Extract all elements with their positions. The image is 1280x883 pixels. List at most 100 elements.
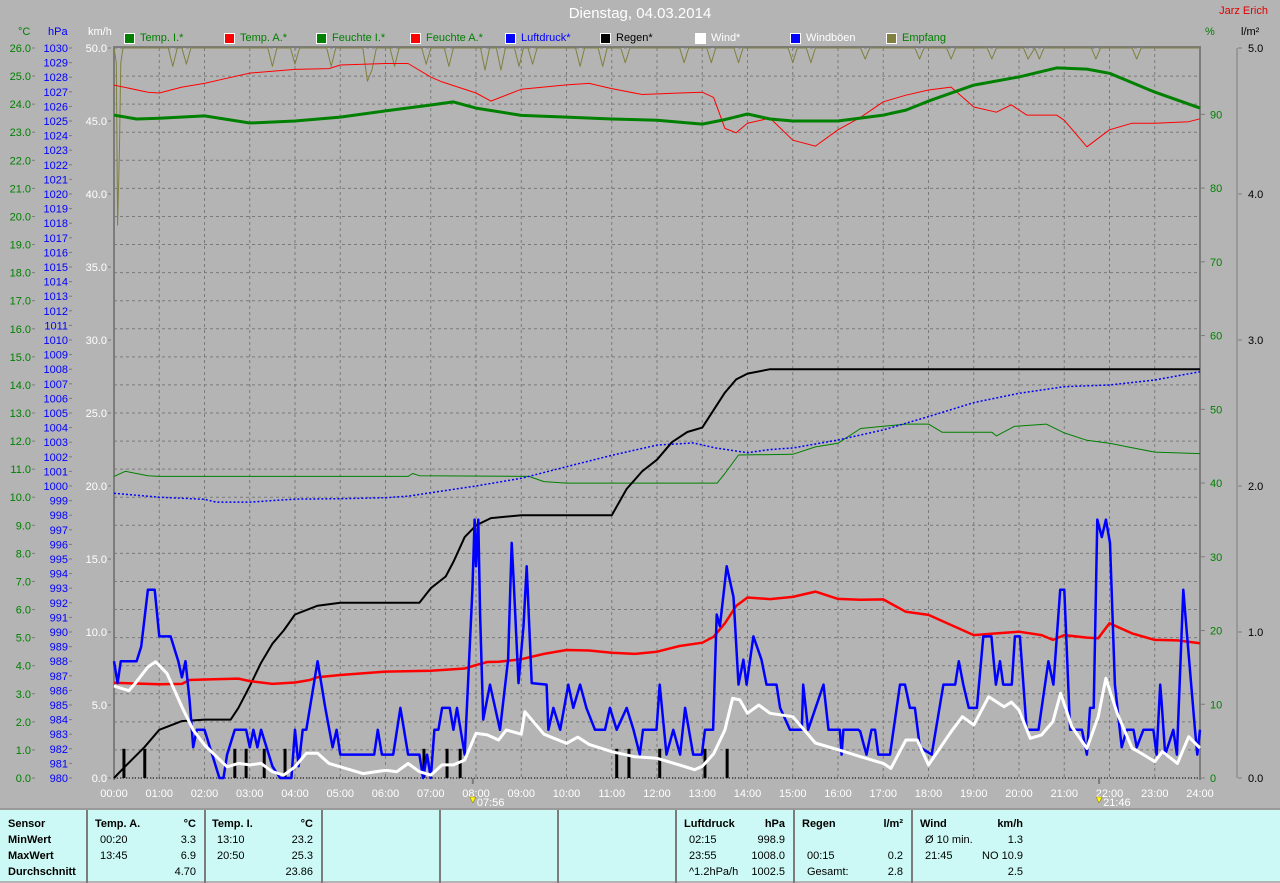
axis-tick-label: 1023	[44, 145, 68, 157]
stat-time: 23:55	[689, 850, 717, 862]
stat-time: 02:15	[689, 834, 717, 846]
stats-column-luftdruck: Luftdruck hPa 02:15 998.9 23:55 1008.0 ^1.2hPa…	[677, 810, 795, 883]
axis-tick-label: 1030	[44, 43, 68, 55]
axis-tick-label: 1013	[44, 291, 68, 303]
legend-label: Empfang	[902, 32, 947, 44]
legend-swatch	[224, 32, 235, 44]
axis-unit-hpa: hPa	[48, 26, 68, 38]
stat-value: 4.70	[174, 866, 196, 878]
x-tick-label: 17:00	[869, 788, 897, 800]
legend-item: Temp. A.*	[224, 31, 287, 45]
axis-tick-label: 1026	[44, 101, 68, 113]
x-tick-label: 10:00	[553, 788, 581, 800]
stat-value: NO 10.9	[982, 850, 1023, 862]
x-tick-label: 02:00	[191, 788, 219, 800]
axis-tick-label: 24.0	[10, 99, 31, 111]
axis-tick-label: 16.0	[10, 324, 31, 336]
axis-tick-label: 0.0	[1248, 773, 1263, 785]
legend-swatch	[124, 32, 135, 44]
axis-tick-label: 22.0	[10, 155, 31, 167]
sunrise-icon	[469, 796, 477, 804]
axis-tick-label: 989	[50, 642, 68, 654]
axis-tick-label: 1028	[44, 72, 68, 84]
x-tick-label: 06:00	[372, 788, 400, 800]
axis-tick-label: 1018	[44, 218, 68, 230]
axis-tick-label: 8.0	[16, 548, 31, 560]
user-name: Jarz Erich	[1219, 5, 1268, 17]
x-tick-label: 12:00	[643, 788, 671, 800]
axis-unit-kmh: km/h	[88, 26, 112, 38]
axis-tick-label: 0.0	[92, 773, 107, 785]
axis-tick-label: 25.0	[86, 408, 107, 420]
axis-tick-label: 1000	[44, 481, 68, 493]
axis-tick-label: 980	[50, 773, 68, 785]
legend-swatch	[600, 32, 611, 44]
axis-tick-label: 995	[50, 554, 68, 566]
stat-value: 998.9	[757, 834, 785, 846]
axis-tick-label: 21.0	[10, 183, 31, 195]
axis-kmh: 0.0 5.0 10.0 15.0 20.0 25.0 30.0 35.0 40.0 45.0 50…	[86, 43, 111, 785]
legend-swatch	[410, 32, 421, 44]
legend-label: Feuchte I.*	[332, 32, 386, 44]
axis-tick-label: 994	[50, 569, 68, 581]
x-tick-label: 03:00	[236, 788, 264, 800]
row-label: Durchschnitt	[8, 866, 76, 878]
axis-tick-label: 1012	[44, 306, 68, 318]
x-tick-label: 14:00	[734, 788, 762, 800]
row-label: MaxWert	[8, 850, 54, 862]
stat-value: 23.86	[285, 866, 313, 878]
axis-tick-label: 50	[1210, 404, 1222, 416]
axis-tick-label: 2.0	[1248, 481, 1263, 493]
axis-tick-label: 20.0	[86, 481, 107, 493]
axis-tick-label: 1007	[44, 379, 68, 391]
x-tick-label: 05:00	[326, 788, 354, 800]
axis-tick-label: 26.0	[10, 43, 31, 55]
stats-column-sensor: Sensor MinWert MaxWert Durchschnitt	[0, 810, 88, 883]
axis-tick-label: 1002	[44, 452, 68, 464]
x-tick-label: 00:00	[100, 788, 128, 800]
stats-column-empty	[323, 810, 441, 883]
row-label: MinWert	[8, 834, 52, 846]
legend-label: Regen*	[616, 32, 653, 44]
axis-tick-label: 90	[1210, 109, 1222, 121]
x-tick-label: 04:00	[281, 788, 309, 800]
axis-tick-label: 9.0	[16, 520, 31, 532]
grid	[114, 47, 1200, 779]
axis-unit-rain: l/m²	[1241, 26, 1260, 38]
rain-bar	[627, 748, 631, 778]
column-title: Wind	[920, 818, 947, 830]
stats-column-wind: Wind km/h Ø 10 min. 1.3 21:45 NO 10.9 2.5	[913, 810, 1031, 883]
axis-tick-label: 999	[50, 496, 68, 508]
axis-tick-label: 1003	[44, 437, 68, 449]
axis-tick-label: 1009	[44, 350, 68, 362]
legend-swatch	[505, 32, 516, 44]
column-unit: km/h	[997, 818, 1023, 830]
axis-tick-label: 5.0	[1248, 43, 1263, 55]
axis-tick-label: 992	[50, 598, 68, 610]
axis-celsius: 0.0 1.0 2.0 3.0 4.0 5.0 6.0 7.0 8.0 9.0 10.0 11.0 12…	[10, 43, 35, 785]
stats-column-temp-a: Temp. A. °C 00:20 3.3 13:45 6.9 4.70	[88, 810, 206, 883]
stats-column-empty	[559, 810, 677, 883]
axis-tick-label: 10	[1210, 699, 1222, 711]
axis-tick-label: 1.0	[1248, 627, 1263, 639]
column-unit: l/m²	[883, 818, 903, 830]
weather-chart: 0.0 1.0 2.0 3.0 4.0 5.0 6.0 7.0 8.0 9.0 10.0 11.0 12…	[10, 43, 1264, 808]
axis-tick-label: 1008	[44, 364, 68, 376]
axis-tick-label: 993	[50, 583, 68, 595]
stat-value: 2.8	[887, 866, 903, 878]
axis-tick-label: 0	[1210, 773, 1216, 785]
legend-item: Temp. I.*	[124, 31, 183, 45]
stats-column-regen: Regen l/m² 00:15 0.2 Gesamt: 2.8	[795, 810, 913, 883]
stat-value: 0.2	[887, 850, 903, 862]
axis-tick-label: 13.0	[10, 408, 31, 420]
stat-time: 13:45	[100, 850, 128, 862]
axis-tick-label: 991	[50, 612, 68, 624]
x-tick-label: 24:00	[1186, 788, 1214, 800]
marker-label: 07:56	[477, 797, 505, 808]
x-tick-label: 15:00	[779, 788, 807, 800]
axis-tick-label: 10.0	[86, 627, 107, 639]
axis-tick-label: 12.0	[10, 436, 31, 448]
x-tick-label: 21:00	[1050, 788, 1078, 800]
legend-label: Temp. I.*	[140, 32, 184, 44]
legend-swatch	[790, 32, 801, 44]
